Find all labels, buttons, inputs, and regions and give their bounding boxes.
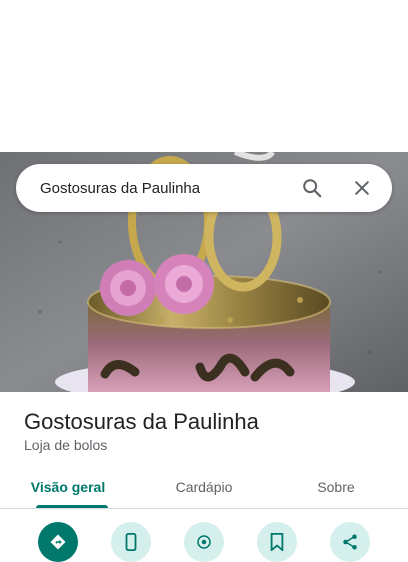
clear-search-button[interactable] [340, 166, 384, 210]
search-input[interactable]: Gostosuras da Paulinha [40, 180, 290, 197]
tab-overview[interactable]: Visão geral [0, 466, 136, 508]
search-bar[interactable]: Gostosuras da Paulinha [16, 164, 392, 212]
search-button[interactable] [290, 166, 334, 210]
tab-menu[interactable]: Cardápio [136, 466, 272, 508]
active-tab-indicator [36, 505, 108, 508]
place-tabs: Visão geral Cardápio Sobre [0, 466, 408, 509]
save-icon [270, 533, 284, 551]
share-icon [343, 534, 357, 550]
directions-button[interactable] [38, 522, 78, 562]
nearby-icon [197, 535, 211, 549]
nearby-button[interactable] [184, 522, 224, 562]
save-button[interactable] [257, 522, 297, 562]
tab-label: Visão geral [30, 479, 106, 495]
share-button[interactable] [330, 522, 370, 562]
call-button[interactable] [111, 522, 151, 562]
phone-icon [125, 533, 137, 551]
directions-icon [50, 534, 66, 550]
tab-label: Cardápio [175, 479, 233, 495]
tab-label: Sobre [317, 479, 355, 495]
action-buttons [0, 522, 408, 562]
search-icon [303, 179, 322, 198]
tab-about[interactable]: Sobre [268, 466, 404, 508]
close-icon [355, 181, 369, 195]
place-name: Gostosuras da Paulinha [24, 409, 259, 434]
place-category: Loja de bolos [24, 437, 108, 453]
